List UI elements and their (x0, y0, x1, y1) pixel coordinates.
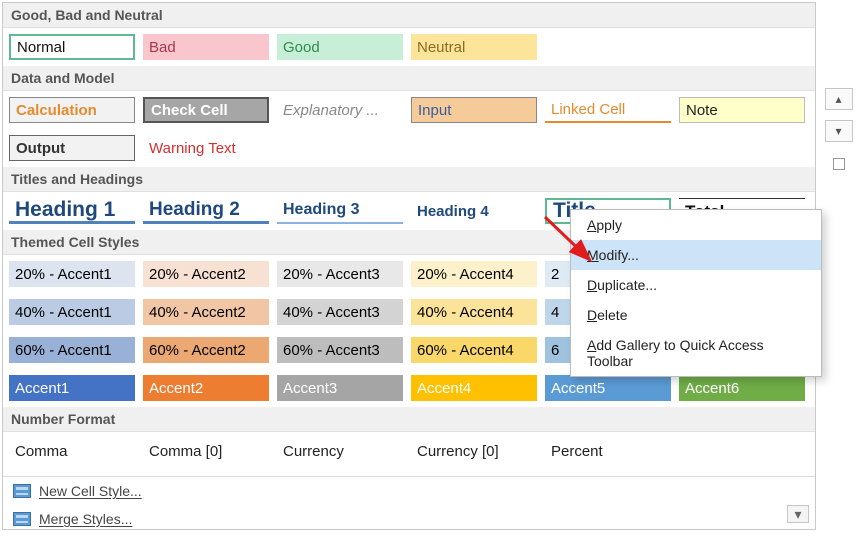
style-normal[interactable]: Normal (9, 34, 135, 60)
style-context-menu: Apply Modify... Duplicate... Delete Add … (570, 209, 822, 377)
new-cell-style-label: New Cell Style... (39, 483, 142, 499)
style-calculation[interactable]: Calculation (9, 97, 135, 123)
style-check-cell[interactable]: Check Cell (143, 97, 269, 123)
new-cell-style-button[interactable]: New Cell Style... (3, 477, 815, 505)
ctx-delete[interactable]: Delete (571, 300, 821, 330)
gallery-scroll-down[interactable]: ▾ (787, 505, 809, 523)
table-icon (13, 512, 31, 526)
ctx-duplicate[interactable]: Duplicate... (571, 270, 821, 300)
row-data-model-2: Output Warning Text (3, 129, 815, 167)
ctx-modify[interactable]: Modify... (571, 240, 821, 270)
style-accent6[interactable]: Accent6 (679, 375, 805, 401)
style-accent4[interactable]: Accent4 (411, 375, 537, 401)
row-data-model-1: Calculation Check Cell Explanatory ... I… (3, 91, 815, 129)
style-explanatory[interactable]: Explanatory ... (277, 97, 403, 123)
style-40-accent3[interactable]: 40% - Accent3 (277, 299, 403, 325)
style-heading-4[interactable]: Heading 4 (411, 198, 537, 224)
style-neutral[interactable]: Neutral (411, 34, 537, 60)
style-accent2[interactable]: Accent2 (143, 375, 269, 401)
section-titles: Titles and Headings (3, 167, 815, 192)
ctx-apply[interactable]: Apply (571, 210, 821, 240)
style-accent5[interactable]: Accent5 (545, 375, 671, 401)
style-heading-2[interactable]: Heading 2 (143, 198, 269, 224)
style-bad[interactable]: Bad (143, 34, 269, 60)
table-icon (13, 484, 31, 498)
style-warning-text[interactable]: Warning Text (143, 135, 269, 161)
style-percent[interactable]: Percent (545, 438, 671, 464)
section-data-model: Data and Model (3, 66, 815, 91)
section-good-bad-neutral: Good, Bad and Neutral (3, 3, 815, 28)
style-60-accent2[interactable]: 60% - Accent2 (143, 337, 269, 363)
section-number-format: Number Format (3, 407, 815, 432)
style-heading-3[interactable]: Heading 3 (277, 198, 403, 224)
style-accent1[interactable]: Accent1 (9, 375, 135, 401)
style-currency-0[interactable]: Currency [0] (411, 438, 537, 464)
style-40-accent2[interactable]: 40% - Accent2 (143, 299, 269, 325)
ctx-add-to-qat[interactable]: Add Gallery to Quick Access Toolbar (571, 330, 821, 376)
style-40-accent1[interactable]: 40% - Accent1 (9, 299, 135, 325)
style-linked-cell[interactable]: Linked Cell (545, 97, 671, 123)
ribbon-expand-arrows: ▴ ▾ (821, 88, 856, 170)
row-number-format: Comma Comma [0] Currency Currency [0] Pe… (3, 432, 815, 470)
style-comma[interactable]: Comma (9, 438, 135, 464)
style-heading-1[interactable]: Heading 1 (9, 198, 135, 224)
style-60-accent4[interactable]: 60% - Accent4 (411, 337, 537, 363)
style-40-accent4[interactable]: 40% - Accent4 (411, 299, 537, 325)
merge-styles-label: Merge Styles... (39, 511, 132, 527)
style-60-accent3[interactable]: 60% - Accent3 (277, 337, 403, 363)
style-20-accent1[interactable]: 20% - Accent1 (9, 261, 135, 287)
row-good-bad-neutral: Normal Bad Good Neutral (3, 28, 815, 66)
style-20-accent2[interactable]: 20% - Accent2 (143, 261, 269, 287)
ribbon-down-arrow[interactable]: ▾ (825, 120, 853, 142)
style-20-accent3[interactable]: 20% - Accent3 (277, 261, 403, 287)
style-20-accent4[interactable]: 20% - Accent4 (411, 261, 537, 287)
style-comma-0[interactable]: Comma [0] (143, 438, 269, 464)
style-output[interactable]: Output (9, 135, 135, 161)
style-input[interactable]: Input (411, 97, 537, 123)
style-60-accent1[interactable]: 60% - Accent1 (9, 337, 135, 363)
ribbon-up-arrow[interactable]: ▴ (825, 88, 853, 110)
merge-styles-button[interactable]: Merge Styles... (3, 505, 815, 533)
style-good[interactable]: Good (277, 34, 403, 60)
dialog-launcher-icon[interactable] (833, 158, 845, 170)
style-accent3[interactable]: Accent3 (277, 375, 403, 401)
style-note[interactable]: Note (679, 97, 805, 123)
style-currency[interactable]: Currency (277, 438, 403, 464)
